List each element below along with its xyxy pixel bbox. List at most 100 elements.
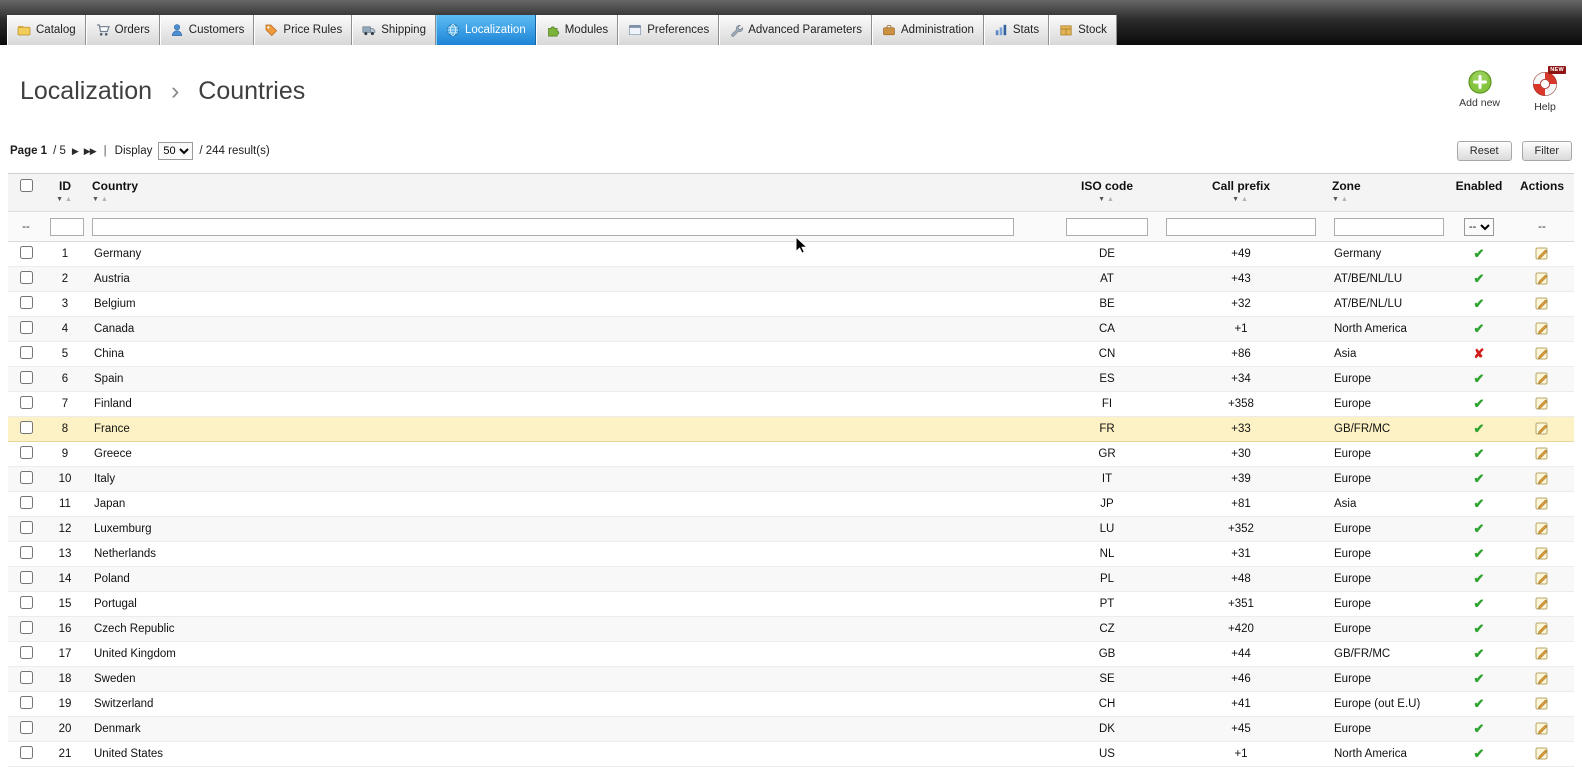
row-checkbox[interactable] (19, 546, 33, 559)
next-page-icon[interactable]: ▶ (72, 146, 79, 157)
zone-filter-input[interactable] (1334, 217, 1444, 236)
row-checkbox[interactable] (19, 496, 33, 509)
reset-button[interactable]: Reset (1456, 141, 1512, 161)
enabled-check-icon[interactable]: ✔ (1474, 321, 1485, 336)
sort-arrows-prefix[interactable]: ▼▲ (1162, 196, 1320, 203)
sort-arrows-id[interactable]: ▼▲ (50, 196, 80, 203)
row-checkbox[interactable] (19, 421, 33, 434)
row-checkbox[interactable] (19, 346, 33, 359)
enabled-check-icon[interactable]: ✔ (1474, 646, 1485, 661)
row-checkbox[interactable] (19, 646, 33, 659)
row-checkbox[interactable] (19, 671, 33, 684)
sort-arrows-iso[interactable]: ▼▲ (1064, 196, 1150, 203)
nav-tab-customers[interactable]: Customers (159, 15, 255, 45)
row-checkbox[interactable] (19, 696, 33, 709)
edit-icon[interactable] (1534, 270, 1550, 286)
sort-arrows-zone[interactable]: ▼▲ (1332, 196, 1442, 203)
header-country[interactable]: Country (92, 179, 138, 193)
enabled-filter-select[interactable]: -- (1464, 217, 1494, 236)
nav-tab-modules[interactable]: Modules (535, 15, 619, 45)
edit-icon[interactable] (1534, 670, 1550, 686)
row-checkbox[interactable] (19, 396, 33, 409)
row-checkbox[interactable] (19, 571, 33, 584)
sort-arrows-country[interactable]: ▼▲ (92, 196, 1052, 203)
edit-icon[interactable] (1534, 395, 1550, 411)
edit-icon[interactable] (1534, 570, 1550, 586)
nav-tab-shipping[interactable]: Shipping (352, 15, 436, 45)
last-page-icon[interactable]: ▶▶ (84, 146, 97, 157)
edit-icon[interactable] (1534, 370, 1550, 386)
edit-icon[interactable] (1534, 645, 1550, 661)
row-checkbox[interactable] (19, 621, 33, 634)
enabled-check-icon[interactable]: ✔ (1474, 396, 1485, 411)
filter-button[interactable]: Filter (1521, 141, 1572, 161)
edit-icon[interactable] (1534, 445, 1550, 461)
edit-icon[interactable] (1534, 295, 1550, 311)
id-filter-input[interactable] (50, 217, 84, 236)
call-prefix-filter-input[interactable] (1166, 217, 1316, 236)
row-checkbox[interactable] (19, 446, 33, 459)
edit-icon[interactable] (1534, 470, 1550, 486)
header-iso-code[interactable]: ISO code (1081, 179, 1133, 193)
disabled-cross-icon[interactable]: ✘ (1474, 346, 1485, 361)
row-checkbox[interactable] (19, 746, 33, 759)
enabled-check-icon[interactable]: ✔ (1474, 371, 1485, 386)
edit-icon[interactable] (1534, 720, 1550, 736)
row-checkbox[interactable] (19, 246, 33, 259)
row-checkbox[interactable] (19, 471, 33, 484)
edit-icon[interactable] (1534, 520, 1550, 536)
edit-icon[interactable] (1534, 545, 1550, 561)
add-new-button[interactable]: Add new (1459, 69, 1500, 113)
nav-tab-stats[interactable]: Stats (983, 15, 1050, 45)
edit-icon[interactable] (1534, 495, 1550, 511)
nav-tab-localization[interactable]: Localization (435, 15, 536, 45)
enabled-check-icon[interactable]: ✔ (1474, 271, 1485, 286)
breadcrumb-section[interactable]: Localization (20, 77, 152, 105)
row-checkbox[interactable] (19, 721, 33, 734)
nav-tab-catalog[interactable]: Catalog (7, 15, 86, 45)
enabled-check-icon[interactable]: ✔ (1474, 671, 1485, 686)
row-checkbox[interactable] (19, 371, 33, 384)
nav-tab-orders[interactable]: Orders (85, 15, 160, 45)
row-checkbox[interactable] (19, 521, 33, 534)
iso-filter-input[interactable] (1066, 217, 1148, 236)
row-checkbox[interactable] (19, 271, 33, 284)
header-call-prefix[interactable]: Call prefix (1212, 179, 1270, 193)
enabled-check-icon[interactable]: ✔ (1474, 696, 1485, 711)
enabled-check-icon[interactable]: ✔ (1474, 496, 1485, 511)
edit-icon[interactable] (1534, 595, 1550, 611)
country-filter-input[interactable] (92, 217, 1014, 236)
enabled-check-icon[interactable]: ✔ (1474, 296, 1485, 311)
edit-icon[interactable] (1534, 345, 1550, 361)
enabled-check-icon[interactable]: ✔ (1474, 546, 1485, 561)
enabled-check-icon[interactable]: ✔ (1474, 521, 1485, 536)
nav-tab-preferences[interactable]: Preferences (618, 15, 720, 45)
edit-icon[interactable] (1534, 245, 1550, 261)
edit-icon[interactable] (1534, 320, 1550, 336)
row-checkbox[interactable] (19, 296, 33, 309)
enabled-check-icon[interactable]: ✔ (1474, 571, 1485, 586)
nav-tab-administration[interactable]: Administration (872, 15, 984, 45)
nav-tab-price-rules[interactable]: Price Rules (254, 15, 353, 45)
help-button[interactable]: NEW Help (1530, 66, 1566, 113)
select-all-checkbox[interactable] (19, 179, 33, 192)
enabled-check-icon[interactable]: ✔ (1474, 421, 1485, 436)
nav-tab-advanced-parameters[interactable]: Advanced Parameters (719, 15, 872, 45)
enabled-check-icon[interactable]: ✔ (1474, 471, 1485, 486)
enabled-check-icon[interactable]: ✔ (1474, 596, 1485, 611)
nav-tab-stock[interactable]: Stock (1049, 15, 1117, 45)
enabled-check-icon[interactable]: ✔ (1474, 446, 1485, 461)
header-id[interactable]: ID (59, 179, 71, 193)
enabled-check-icon[interactable]: ✔ (1474, 621, 1485, 636)
row-checkbox[interactable] (19, 321, 33, 334)
enabled-check-icon[interactable]: ✔ (1474, 746, 1485, 761)
edit-icon[interactable] (1534, 745, 1550, 761)
enabled-check-icon[interactable]: ✔ (1474, 721, 1485, 736)
enabled-check-icon[interactable]: ✔ (1474, 246, 1485, 261)
edit-icon[interactable] (1534, 420, 1550, 436)
header-zone[interactable]: Zone (1332, 179, 1361, 193)
row-checkbox[interactable] (19, 596, 33, 609)
edit-icon[interactable] (1534, 695, 1550, 711)
display-count-select[interactable]: 50 (158, 142, 194, 160)
edit-icon[interactable] (1534, 620, 1550, 636)
